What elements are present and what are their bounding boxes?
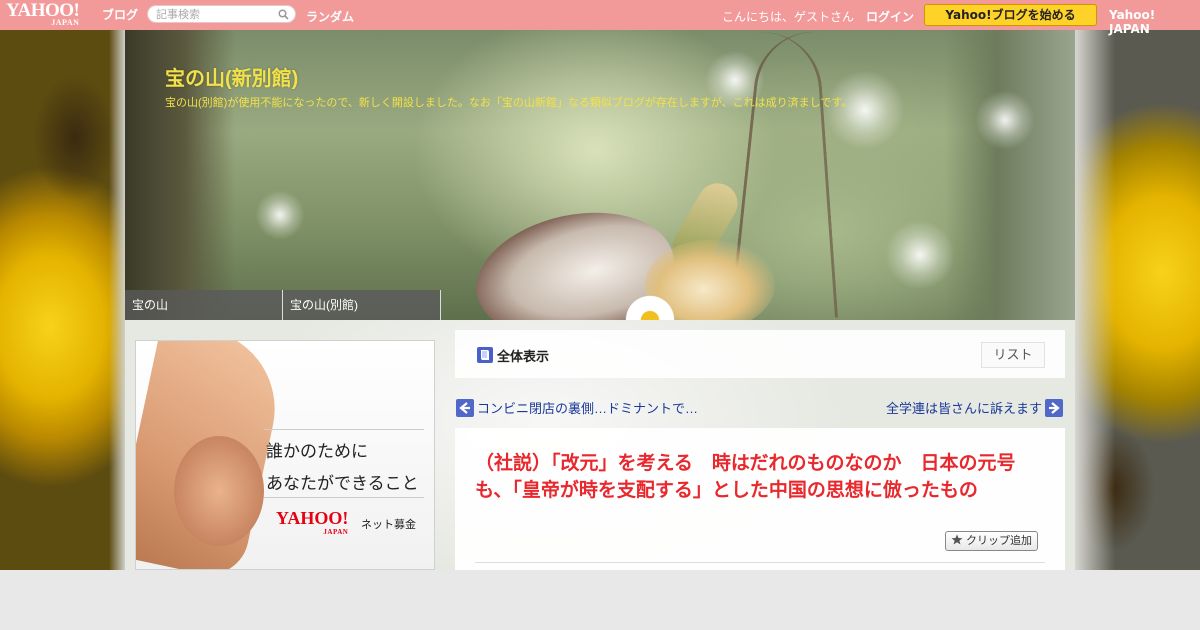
article-navigation: コンビニ閉店の裏側…ドミナントで… 全学連は皆さんに訴えます (455, 398, 1065, 420)
list-view-button[interactable]: リスト (981, 342, 1045, 368)
yahoo-japan-link[interactable]: Yahoo! JAPAN (1109, 8, 1200, 36)
background-sunflower-right (1075, 30, 1200, 570)
section-title: 全体表示 (497, 349, 550, 364)
login-link[interactable]: ログイン (866, 8, 914, 25)
clip-add-button[interactable]: クリップ追加 (945, 531, 1038, 551)
blog-description: 宝の山(別館)が使用不能になったので、新しく開設しました。なお「宝の山新館」なる… (165, 97, 853, 109)
prev-article-link[interactable]: コンビニ閉店の裏側…ドミナントで… (456, 398, 698, 417)
ad-service-name: ネット募金 (361, 518, 416, 531)
blog-label[interactable]: ブログ (102, 6, 138, 23)
nav-item-bekkan[interactable]: 宝の山(別館) (283, 290, 441, 320)
donation-ad-banner[interactable]: 誰かのために あなたができること YAHOO! JAPAN ネット募金 (135, 340, 435, 570)
page-footer-area (0, 570, 1200, 630)
prev-article-title[interactable]: コンビニ閉店の裏側…ドミナントで… (477, 398, 698, 417)
arrow-right-icon (1045, 398, 1063, 417)
star-icon (951, 534, 966, 547)
dandelion-puff (885, 220, 955, 290)
ad-divider (264, 429, 424, 430)
dandelion-puff (255, 190, 305, 240)
search-input[interactable] (148, 6, 284, 22)
dandelion-puff (975, 90, 1035, 150)
blog-nav: 宝の山 宝の山(別館) (125, 290, 441, 320)
book-icon (476, 346, 494, 368)
article-card: （社説）「改元」を考える 時はだれのものなのか 日本の元号も、「皇帝が時を支配す… (455, 428, 1065, 570)
section-header: 全体表示 リスト (455, 330, 1065, 378)
yahoo-logo[interactable]: YAHOO! JAPAN (6, 1, 80, 27)
nav-item-takaranoyama[interactable]: 宝の山 (125, 290, 283, 320)
article-title[interactable]: （社説）「改元」を考える 時はだれのものなのか 日本の元号も、「皇帝が時を支配す… (475, 450, 1045, 504)
blog-title[interactable]: 宝の山(新別館) (165, 62, 298, 91)
ad-headline-1: 誰かのために (266, 442, 368, 462)
ad-hand-image (174, 436, 264, 546)
search-icon[interactable] (278, 9, 289, 23)
top-bar: YAHOO! JAPAN ブログ ランダム こんにちは、ゲストさん ログイン Y… (0, 0, 1200, 36)
ad-headline-2: あなたができること (266, 474, 419, 494)
next-article-link[interactable]: 全学連は皆さんに訴えます (886, 398, 1063, 417)
ad-yahoo-logo: YAHOO! JAPAN (276, 509, 348, 539)
start-blog-button[interactable]: Yahoo!ブログを始める (924, 4, 1097, 26)
clip-add-label: クリップ追加 (966, 535, 1033, 547)
greeting-text: こんにちは、ゲストさん (722, 10, 855, 24)
search-box (147, 5, 296, 23)
arrow-left-icon (456, 398, 474, 417)
random-link[interactable]: ランダム (306, 8, 354, 25)
article-divider (475, 562, 1045, 563)
next-article-title[interactable]: 全学連は皆さんに訴えます (886, 398, 1042, 417)
background-sunflower-left (0, 30, 125, 570)
header-banner: 宝の山(新別館) 宝の山(別館)が使用不能になったので、新しく開設しました。なお… (125, 30, 1075, 320)
ad-divider (264, 497, 424, 498)
banner-tree-right (945, 30, 1075, 320)
